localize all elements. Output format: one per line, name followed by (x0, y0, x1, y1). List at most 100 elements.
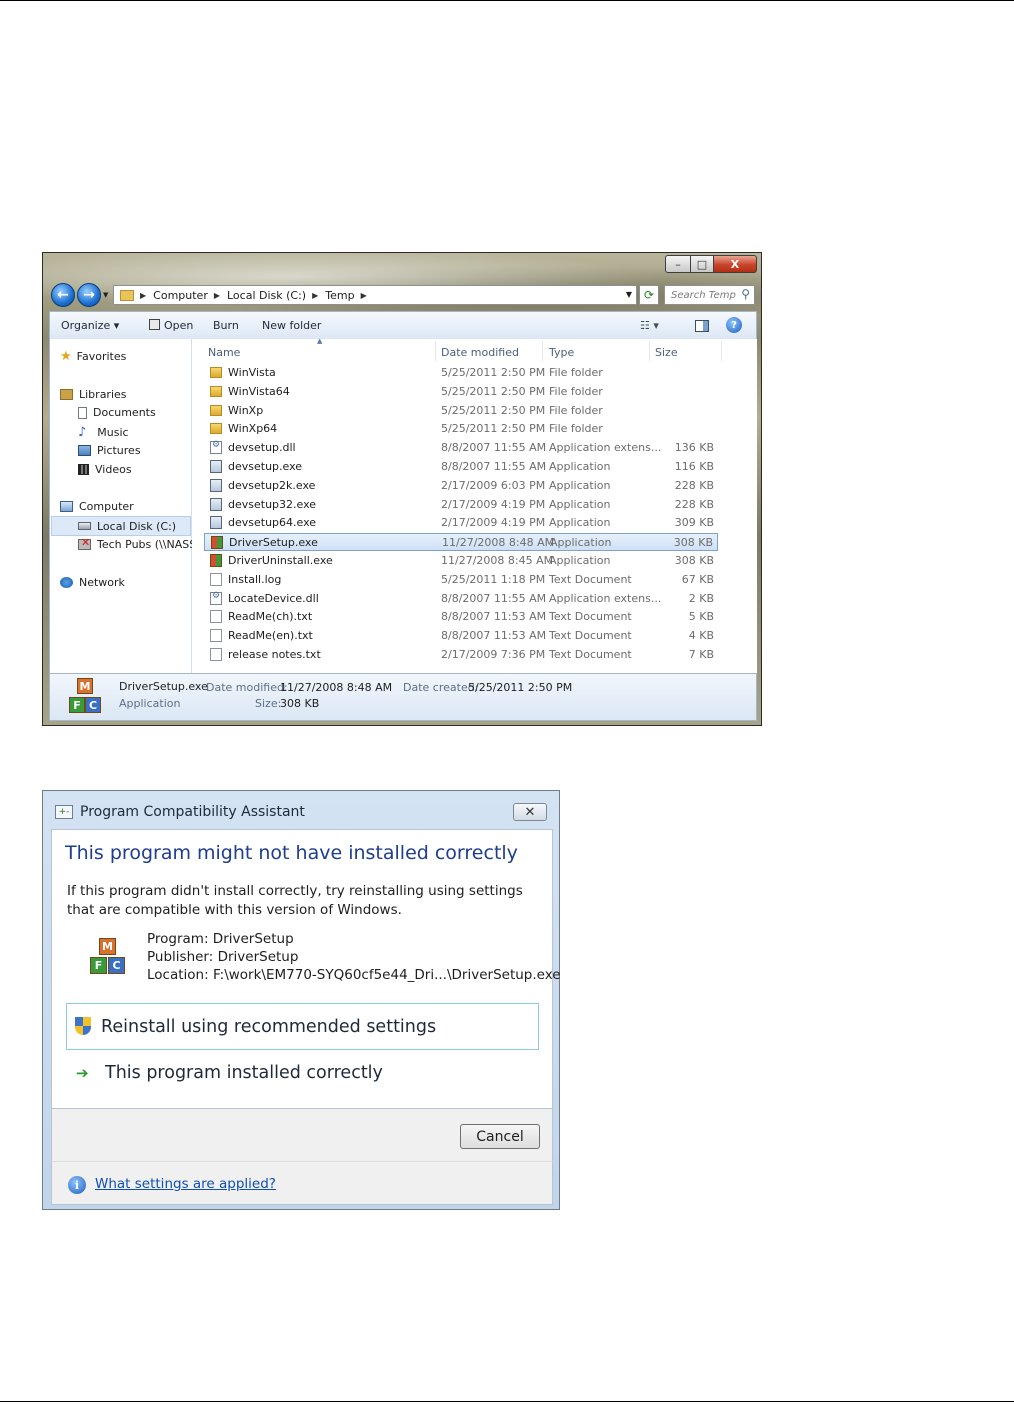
column-type[interactable]: Type (549, 346, 574, 359)
file-row[interactable]: devsetup32.exe 2/17/2009 4:19 PM Applicati… (204, 496, 718, 514)
reinstall-recommended-option[interactable]: Reinstall using recommended settings (66, 1003, 539, 1050)
file-size: 4 KB (688, 629, 714, 643)
info-icon: i (68, 1176, 86, 1194)
breadcrumb-local-disk[interactable]: Local Disk (C:) (227, 289, 306, 302)
breadcrumb-separator-icon[interactable]: ▶ (214, 291, 220, 300)
dialog-button-bar: Cancel (51, 1109, 553, 1161)
address-dropdown-icon[interactable]: ▼ (626, 290, 632, 299)
file-type: Text Document (549, 572, 632, 586)
column-date-modified[interactable]: Date modified (441, 346, 519, 359)
file-name: WinVista (228, 366, 276, 379)
nav-network[interactable]: Network (60, 576, 125, 589)
compatibility-dialog: +- Program Compatibility Assistant ✕ Thi… (42, 790, 561, 1210)
file-row[interactable]: Install.log 5/25/2011 1:18 PM Text Documen… (204, 571, 718, 589)
file-row[interactable]: release notes.txt 2/17/2009 7:36 PM Text D… (204, 646, 718, 664)
nav-videos-label: Videos (95, 463, 132, 476)
driversetup-app-icon: M F C (66, 678, 106, 718)
file-name: devsetup32.exe (228, 497, 317, 511)
nav-tech-pubs[interactable]: Tech Pubs (\\NASSE (78, 536, 203, 551)
column-size[interactable]: Size (655, 346, 678, 359)
help-icon[interactable]: ? (726, 317, 742, 333)
nav-videos[interactable]: Videos (78, 463, 132, 476)
file-row[interactable]: ReadMe(ch).txt 8/8/2007 11:53 AM Text Docu… (204, 608, 718, 626)
file-size: 308 KB (674, 554, 714, 567)
column-divider[interactable] (542, 341, 543, 361)
close-button[interactable]: X (713, 255, 757, 273)
nav-local-disk[interactable]: Local Disk (C:) (51, 516, 191, 536)
file-date-modified: 5/25/2011 1:18 PM (441, 572, 546, 586)
network-icon (60, 577, 73, 588)
back-button[interactable]: ← (51, 283, 75, 307)
breadcrumb-separator-icon[interactable]: ▶ (312, 291, 318, 300)
dll-icon (210, 440, 222, 455)
file-row[interactable]: WinXp 5/25/2011 2:50 PM File folder (204, 402, 718, 420)
minimize-button[interactable]: – (665, 255, 691, 273)
column-name[interactable]: Name (208, 346, 240, 359)
file-row[interactable]: WinXp64 5/25/2011 2:50 PM File folder (204, 420, 718, 438)
address-bar[interactable]: ▶ Computer ▶ Local Disk (C:) ▶ Temp ▶ ▼ (113, 285, 637, 305)
dialog-close-button[interactable]: ✕ (513, 803, 547, 821)
breadcrumb-temp[interactable]: Temp (325, 289, 354, 302)
nav-local-disk-label: Local Disk (C:) (97, 519, 177, 533)
maximize-button[interactable]: □ (690, 255, 714, 273)
burn-button[interactable]: Burn (213, 319, 239, 332)
column-divider[interactable] (721, 341, 722, 361)
forward-button[interactable]: → (77, 283, 101, 307)
file-row[interactable]: WinVista 5/25/2011 2:50 PM File folder (204, 364, 718, 382)
file-row[interactable]: devsetup.exe 8/8/2007 11:55 AM Application… (204, 458, 718, 476)
search-placeholder: Search Temp (671, 289, 736, 301)
new-folder-button[interactable]: New folder (262, 319, 321, 332)
file-row[interactable]: devsetup.dll 8/8/2007 11:55 AMApplication… (204, 439, 718, 457)
details-date-modified[interactable]: 11/27/2008 8:48 AM (280, 681, 392, 694)
file-row[interactable]: DriverSetup.exe 11/27/2008 8:48 AM Applica… (204, 533, 718, 552)
file-row[interactable]: DriverUninstall.exe 11/27/2008 8:45 AM App… (204, 552, 718, 570)
column-divider[interactable] (649, 341, 650, 361)
nav-libraries-label: Libraries (79, 388, 127, 401)
nav-pictures[interactable]: Pictures (78, 444, 141, 457)
file-name: ReadMe(en).txt (228, 629, 313, 643)
details-pane: M F C DriverSetup.exe Application Date m… (49, 673, 757, 721)
file-size: 136 KB (674, 441, 714, 455)
dialog-title: Program Compatibility Assistant (80, 804, 305, 820)
installed-correctly-option[interactable]: ➔ This program installed correctly (76, 1063, 383, 1083)
change-view-button[interactable]: ☷ ▾ (640, 319, 659, 332)
nav-music[interactable]: ♪ Music (78, 425, 129, 440)
nav-computer[interactable]: Computer (60, 500, 134, 513)
file-row[interactable]: WinVista64 5/25/2011 2:50 PM File folder (204, 383, 718, 401)
refresh-button[interactable]: ⟳ (639, 285, 659, 305)
breadcrumb-separator-icon[interactable]: ▶ (140, 291, 146, 300)
details-date-created[interactable]: 5/25/2011 2:50 PM (468, 681, 572, 694)
file-type: Application extens... (549, 591, 662, 605)
breadcrumb-separator-icon[interactable]: ▶ (361, 291, 367, 300)
file-name: Install.log (228, 572, 282, 586)
music-icon: ♪ (78, 425, 87, 440)
file-size: 67 KB (681, 572, 714, 586)
program-publisher: Publisher: DriverSetup (147, 949, 299, 965)
search-input[interactable]: Search Temp ⚲ (664, 285, 755, 305)
organize-button[interactable]: Organize ▾ (61, 319, 119, 332)
exe-icon (210, 478, 222, 492)
file-size: 7 KB (688, 648, 714, 661)
cancel-button[interactable]: Cancel (460, 1124, 540, 1149)
file-row[interactable]: devsetup64.exe 2/17/2009 4:19 PM Applicati… (204, 514, 718, 532)
column-divider[interactable] (435, 341, 436, 361)
open-button[interactable]: Open (149, 319, 193, 332)
close-icon: ✕ (524, 804, 536, 820)
nav-documents[interactable]: Documents (78, 406, 156, 419)
breadcrumb-computer[interactable]: Computer (153, 289, 208, 302)
reinstall-recommended-label: Reinstall using recommended settings (101, 1016, 437, 1037)
preview-pane-icon[interactable] (695, 320, 709, 332)
nav-favorites[interactable]: ★ Favorites (60, 349, 126, 364)
search-icon[interactable]: ⚲ (741, 287, 750, 301)
nav-libraries[interactable]: Libraries (60, 388, 127, 401)
file-row[interactable]: devsetup2k.exe 2/17/2009 6:03 PM Applicati… (204, 477, 718, 495)
file-row[interactable]: LocateDevice.dll 8/8/2007 11:55 AMApplica… (204, 590, 718, 608)
exe-icon (210, 516, 222, 530)
file-date-modified: 8/8/2007 11:55 AM (441, 460, 547, 473)
folder-icon (210, 367, 222, 378)
what-settings-link[interactable]: What settings are applied? (95, 1176, 276, 1192)
block-m-icon: M (99, 938, 116, 955)
recent-pages-dropdown[interactable]: ▼ (103, 291, 108, 299)
file-name: DriverUninstall.exe (228, 554, 333, 567)
file-row[interactable]: ReadMe(en).txt 8/8/2007 11:53 AM Text Docu… (204, 627, 718, 645)
